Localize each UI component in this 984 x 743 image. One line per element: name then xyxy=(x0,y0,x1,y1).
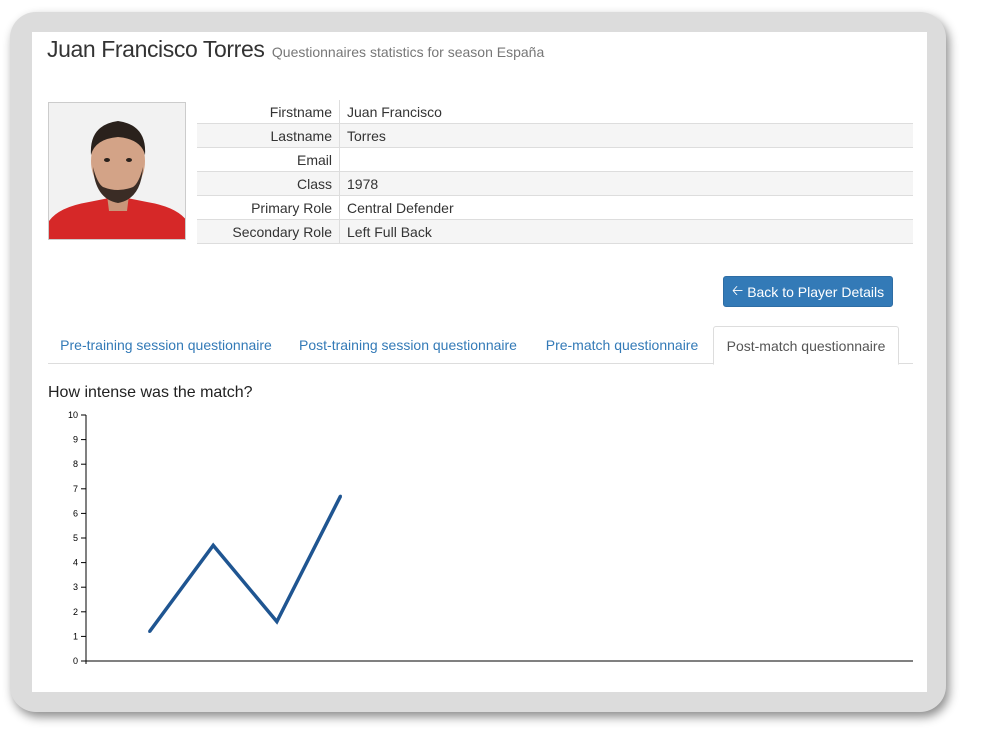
info-row: Class 1978 xyxy=(197,171,913,196)
player-info-table: Firstname Juan Francisco Lastname Torres Ema… xyxy=(197,100,913,244)
data-point xyxy=(211,543,215,547)
back-to-player-details-button[interactable]: 🡠 Back to Player Details xyxy=(723,276,893,307)
y-tick-label: 8 xyxy=(73,459,78,469)
info-label: Class xyxy=(197,171,340,196)
info-row: Lastname Torres xyxy=(197,123,913,148)
info-row: Secondary Role Left Full Back xyxy=(197,219,913,244)
page-subtitle: Questionnaires statistics for season Esp… xyxy=(271,44,545,60)
info-value: Torres xyxy=(339,123,913,148)
tab-pre-training[interactable]: Pre-training session questionnaire xyxy=(48,326,284,364)
player-photo xyxy=(48,102,186,240)
info-value: Central Defender xyxy=(339,195,913,220)
info-row: Email xyxy=(197,147,913,172)
y-tick-label: 1 xyxy=(73,631,78,641)
page-content: Juan Francisco Torres Questionnaires sta… xyxy=(32,32,927,692)
info-label: Lastname xyxy=(197,123,340,148)
data-point xyxy=(338,494,342,498)
y-tick-label: 3 xyxy=(73,582,78,592)
y-tick-label: 4 xyxy=(73,558,78,568)
y-tick-label: 7 xyxy=(73,484,78,494)
series-line xyxy=(148,495,343,633)
page-header: Juan Francisco Torres Questionnaires sta… xyxy=(47,36,544,63)
y-tick-label: 9 xyxy=(73,435,78,445)
intensity-line-chart: 0 1 2 3 4 5 6 7 8 9 10 xyxy=(68,410,913,666)
info-label: Secondary Role xyxy=(197,219,340,244)
info-row: Primary Role Central Defender xyxy=(197,195,913,220)
player-name-title: Juan Francisco Torres xyxy=(47,36,265,62)
info-row: Firstname Juan Francisco xyxy=(197,100,913,124)
y-tick-label: 0 xyxy=(73,656,78,666)
y-tick-label: 10 xyxy=(68,410,78,420)
info-label: Primary Role xyxy=(197,195,340,220)
data-point xyxy=(148,629,152,633)
info-value: 1978 xyxy=(339,171,913,196)
y-tick-label: 6 xyxy=(73,508,78,518)
arrow-left-icon: 🡠 xyxy=(731,281,744,298)
y-tick-label: 2 xyxy=(73,607,78,617)
y-tick-label: 5 xyxy=(73,533,78,543)
questionnaire-tabs: Pre-training session questionnaire Post-… xyxy=(48,326,913,365)
data-point xyxy=(275,620,279,624)
info-label: Firstname xyxy=(197,100,340,124)
tab-post-training[interactable]: Post-training session questionnaire xyxy=(284,326,532,364)
info-value xyxy=(339,147,913,172)
info-label: Email xyxy=(197,147,340,172)
question-title: How intense was the match? xyxy=(48,384,253,401)
tab-post-match[interactable]: Post-match questionnaire xyxy=(713,326,899,365)
info-value: Juan Francisco xyxy=(339,100,913,124)
tab-pre-match[interactable]: Pre-match questionnaire xyxy=(532,326,712,364)
info-value: Left Full Back xyxy=(339,219,913,244)
back-button-label: Back to Player Details xyxy=(747,283,885,300)
